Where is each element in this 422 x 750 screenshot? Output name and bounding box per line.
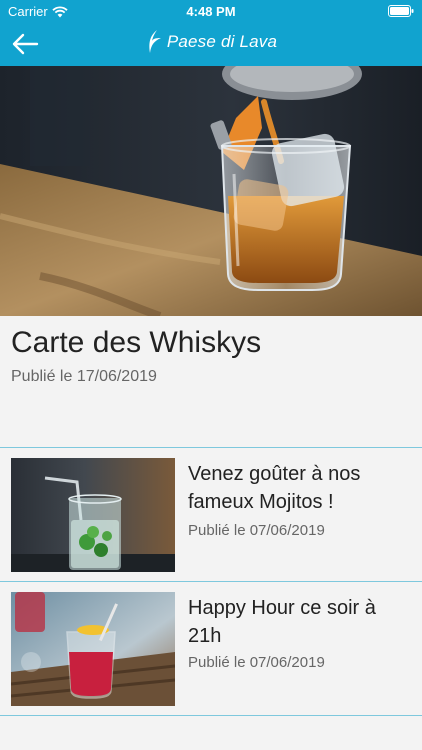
status-bar: Carrier 4:48 PM — [0, 0, 422, 22]
battery-icon — [388, 5, 414, 17]
news-title: Happy Hour ce soir à 21h — [188, 597, 376, 647]
news-thumbnail-mojito — [11, 458, 175, 572]
news-date: Publié le 07/06/2019 — [188, 522, 325, 539]
featured-article[interactable]: Carte des Whiskys Publié le 17/06/2019 — [0, 316, 422, 448]
featured-image[interactable] — [0, 66, 422, 316]
news-item-mojitos[interactable]: Venez goûter à nos fameux Mojitos ! Publ… — [0, 448, 422, 582]
news-date: Publié le 07/06/2019 — [188, 654, 325, 671]
brand-name: Paese di Lava — [166, 32, 278, 51]
featured-date: Publié le 17/06/2019 — [11, 368, 157, 385]
news-title: Venez goûter à nos fameux Mojitos ! — [188, 463, 361, 513]
featured-title: Carte des Whiskys — [11, 326, 262, 359]
brand-logo: Paese di Lava — [0, 29, 422, 55]
top-bar: Carrier 4:48 PM Paese di Lava — [0, 0, 422, 66]
news-thumbnail-cocktail — [11, 592, 175, 706]
news-item-happy-hour[interactable]: Happy Hour ce soir à 21h Publié le 07/06… — [0, 582, 422, 716]
status-time: 4:48 PM — [186, 4, 236, 19]
brand-logo-icon — [149, 30, 161, 53]
navigation-bar: Paese di Lava — [0, 22, 422, 66]
